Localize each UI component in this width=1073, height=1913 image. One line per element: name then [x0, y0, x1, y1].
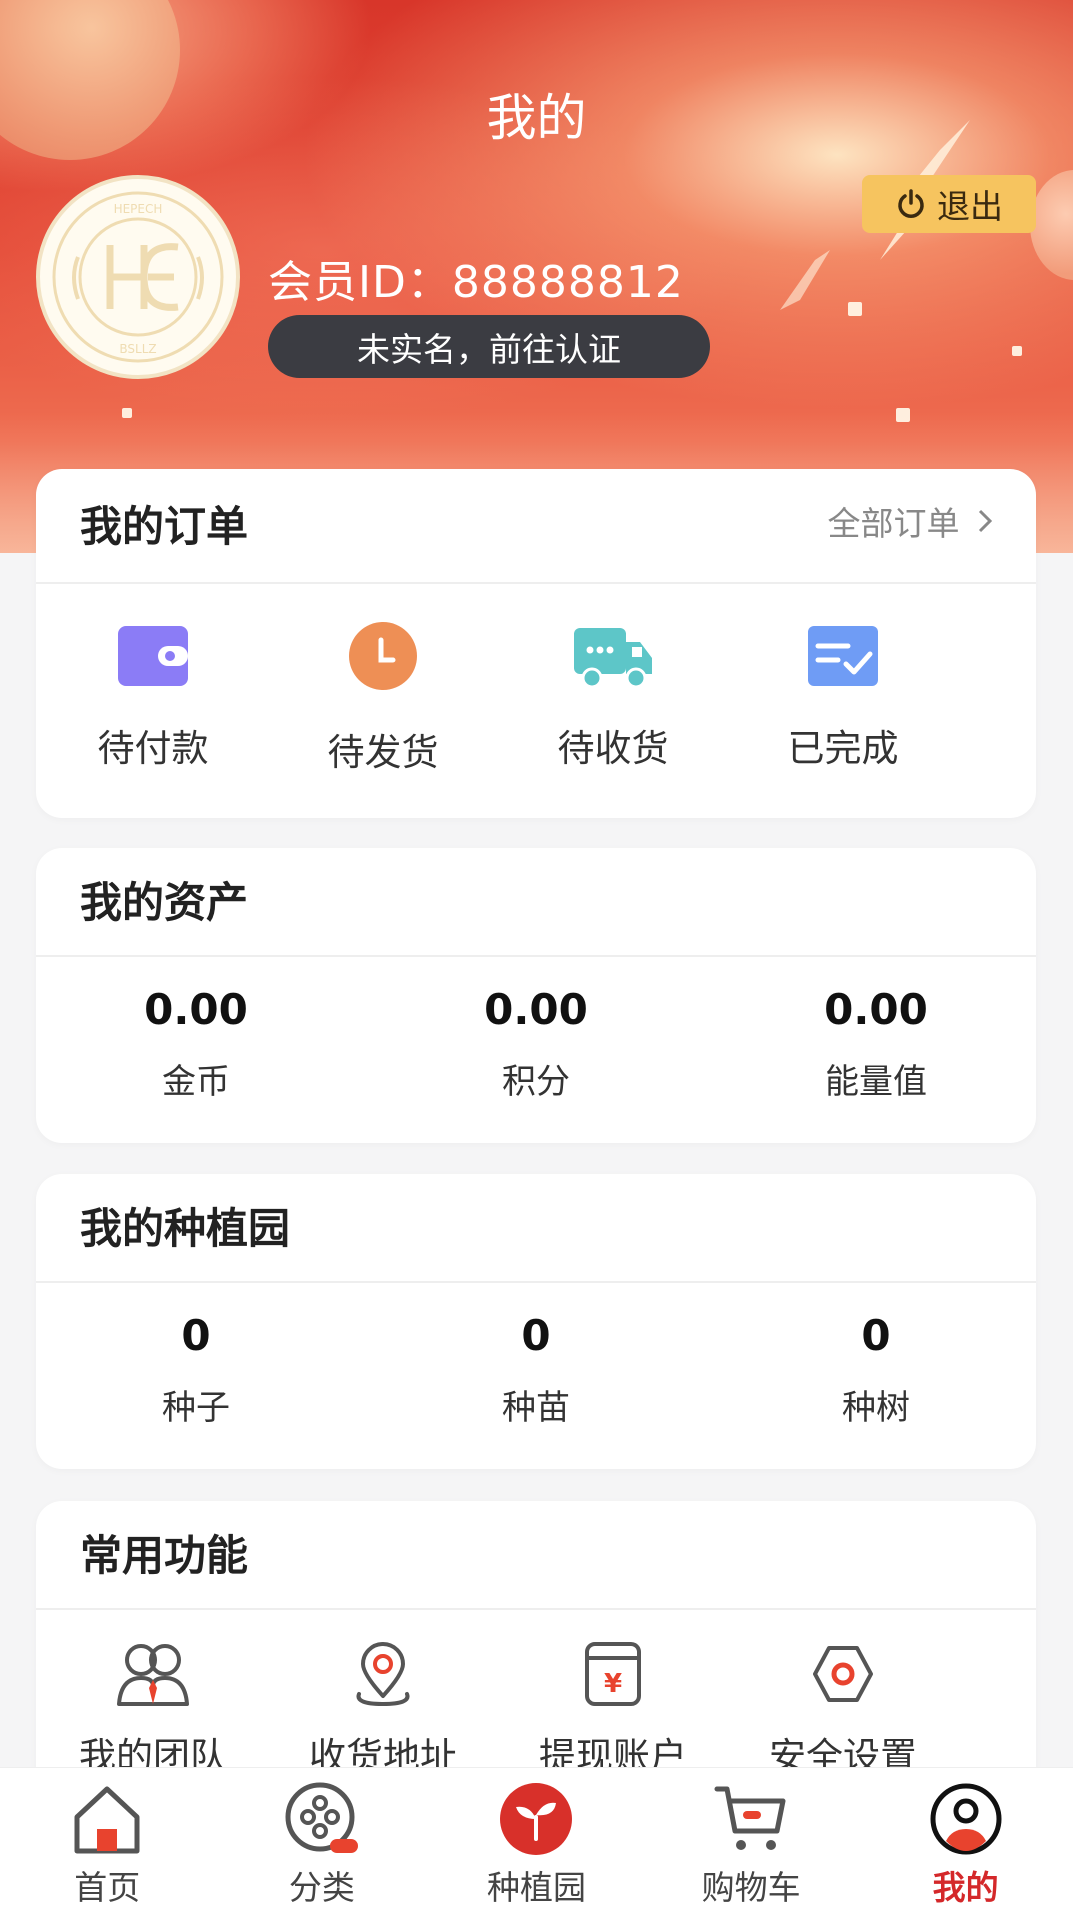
sprout-icon — [500, 1783, 573, 1855]
garden-value: 0 — [181, 1311, 211, 1360]
location-icon — [356, 1642, 410, 1707]
truck-icon — [574, 628, 652, 689]
order-pending-receipt[interactable]: 待收货 — [498, 584, 728, 776]
member-id: 会员ID：88888812 — [268, 257, 684, 308]
tab-label: 分类 — [288, 1868, 355, 1907]
decorative-spark — [896, 408, 910, 422]
asset-energy[interactable]: 0.00 能量值 — [765, 985, 987, 1103]
function-withdraw-account[interactable]: ¥ 提现账户 — [498, 1610, 728, 1780]
assets-card-header: 我的资产 — [36, 848, 1036, 957]
tab-garden[interactable]: 种植园 — [429, 1768, 644, 1913]
chevron-right-icon — [976, 469, 994, 579]
asset-value: 0.00 — [824, 985, 928, 1034]
security-icon — [813, 1646, 873, 1702]
page-title: 我的 — [486, 89, 587, 147]
garden-label: 种苗 — [502, 1388, 570, 1428]
assets-title: 我的资产 — [80, 878, 249, 927]
decorative-spark — [122, 408, 132, 418]
orders-card: 我的订单 全部订单 待付款 待发货 待收货 已完成 — [36, 469, 1036, 818]
logout-button[interactable]: 退出 — [862, 175, 1036, 233]
garden-seeds[interactable]: 0 种子 — [85, 1311, 307, 1429]
decorative-spark — [1012, 346, 1022, 356]
garden-label: 种子 — [162, 1388, 230, 1428]
function-security-settings[interactable]: 安全设置 — [728, 1610, 958, 1780]
function-shipping-address[interactable]: 收货地址 — [268, 1610, 498, 1780]
wallet-icon — [118, 626, 188, 686]
home-icon — [74, 1786, 140, 1854]
order-pending-payment[interactable]: 待付款 — [38, 584, 268, 776]
garden-trees[interactable]: 0 种树 — [765, 1311, 987, 1429]
asset-gold-coin[interactable]: 0.00 金币 — [85, 985, 307, 1103]
garden-card-header: 我的种植园 — [36, 1174, 1036, 1283]
withdraw-icon: ¥ — [585, 1642, 641, 1706]
avatar[interactable]: HEPECH BSLLZ — [36, 175, 240, 379]
garden-value: 0 — [861, 1311, 891, 1360]
all-orders-link[interactable]: 全部订单 — [828, 469, 995, 579]
asset-label: 积分 — [502, 1062, 570, 1102]
bottom-tab-bar: 首页 分类 种植园 购物车 我的 — [0, 1767, 1073, 1913]
completed-icon — [808, 626, 878, 686]
profile-icon — [930, 1783, 1002, 1855]
brand-logo: HEPECH BSLLZ — [52, 191, 224, 363]
order-completed[interactable]: 已完成 — [728, 584, 958, 776]
order-pending-shipment[interactable]: 待发货 — [268, 584, 498, 776]
clock-icon — [349, 622, 417, 690]
tab-label: 我的 — [932, 1868, 999, 1907]
cart-icon — [714, 1786, 786, 1850]
svg-text:HEPECH: HEPECH — [114, 202, 163, 216]
function-my-team[interactable]: 我的团队 — [38, 1610, 268, 1780]
orders-title: 我的订单 — [80, 502, 249, 551]
decorative-planet — [1030, 170, 1073, 280]
assets-card: 我的资产 0.00 金币 0.00 积分 0.00 能量值 — [36, 848, 1036, 1143]
tab-label: 购物车 — [701, 1868, 801, 1907]
tab-cart[interactable]: 购物车 — [644, 1768, 859, 1913]
category-icon — [285, 1782, 358, 1853]
order-pending-shipment-label: 待发货 — [327, 731, 439, 774]
asset-label: 能量值 — [825, 1062, 927, 1102]
functions-card-header: 常用功能 — [36, 1501, 1036, 1610]
tab-home[interactable]: 首页 — [0, 1768, 215, 1913]
verify-identity-button[interactable]: 未实名，前往认证 — [268, 315, 710, 378]
garden-title: 我的种植园 — [80, 1204, 291, 1253]
garden-label: 种树 — [842, 1388, 910, 1428]
order-completed-label: 已完成 — [787, 727, 899, 770]
asset-points[interactable]: 0.00 积分 — [425, 985, 647, 1103]
power-icon — [898, 189, 924, 218]
all-orders-label: 全部订单 — [827, 504, 960, 543]
logout-label: 退出 — [937, 187, 1003, 226]
asset-value: 0.00 — [144, 985, 248, 1034]
tab-profile[interactable]: 我的 — [858, 1768, 1073, 1913]
order-pending-receipt-label: 待收货 — [557, 727, 669, 770]
svg-text:¥: ¥ — [604, 1669, 622, 1699]
tab-label: 种植园 — [486, 1868, 586, 1907]
garden-value: 0 — [521, 1311, 551, 1360]
asset-label: 金币 — [162, 1062, 230, 1102]
garden-card: 我的种植园 0 种子 0 种苗 0 种树 — [36, 1174, 1036, 1469]
svg-text:BSLLZ: BSLLZ — [119, 342, 156, 356]
tab-label: 首页 — [74, 1868, 141, 1907]
tab-category[interactable]: 分类 — [215, 1768, 430, 1913]
garden-seedlings[interactable]: 0 种苗 — [425, 1311, 647, 1429]
team-icon — [117, 1644, 189, 1706]
asset-value: 0.00 — [484, 985, 588, 1034]
order-pending-payment-label: 待付款 — [97, 727, 209, 770]
orders-card-header: 我的订单 全部订单 — [36, 469, 1036, 584]
functions-title: 常用功能 — [80, 1531, 249, 1580]
